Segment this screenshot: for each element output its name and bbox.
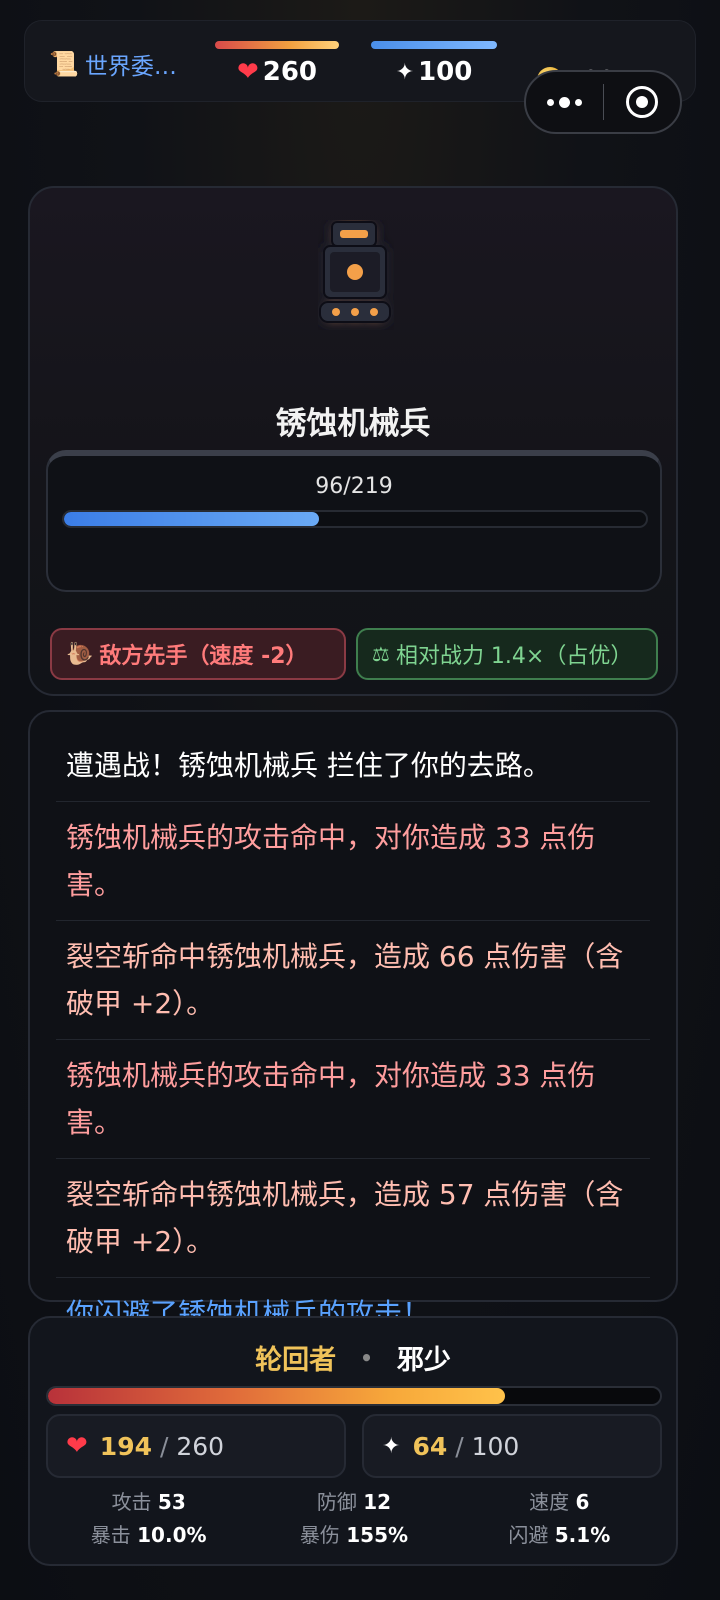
- log-line: 裂空斩命中锈蚀机械兵，造成 66 点伤害（含破甲 +2）。: [56, 921, 650, 1040]
- player-hp-fill: [48, 1388, 505, 1404]
- player-hp-bar: [46, 1386, 662, 1406]
- player-hp-max: 260: [176, 1431, 225, 1461]
- heart-icon: ❤: [66, 1431, 88, 1461]
- scroll-icon: 📜: [49, 50, 79, 78]
- enemy-hp-text: 96/219: [315, 474, 393, 499]
- player-card: 轮回者 • 邪少 ❤ 194 / 260 ✦ 64 / 100 攻击 53 防御…: [28, 1316, 678, 1566]
- log-line: 锈蚀机械兵的攻击命中，对你造成 33 点伤害。: [56, 1040, 650, 1159]
- log-line: 裂空斩命中锈蚀机械兵，造成 57 点伤害（含破甲 +2）。: [56, 1159, 650, 1278]
- top-mp-stat: ✦ 100: [371, 41, 497, 87]
- snail-icon: 🐌: [66, 641, 94, 667]
- log-line: 锈蚀机械兵的攻击命中，对你造成 33 点伤害。: [56, 802, 650, 921]
- stat-crit-damage: 暴伤 155%: [299, 1523, 409, 1547]
- heart-icon: ❤: [236, 57, 259, 87]
- player-mp-max: 100: [471, 1431, 520, 1461]
- top-hp-value: 260: [262, 57, 318, 87]
- enemy-hp-fill: [64, 512, 319, 526]
- stat-speed: 速度 6: [529, 1490, 590, 1514]
- sparkle-icon: ✦: [382, 1433, 401, 1459]
- player-stats: 攻击 53 防御 12 速度 6 暴击 10.0% 暴伤 155% 闪避 5.1…: [46, 1486, 662, 1548]
- enemy-card: 锈蚀机械兵 96/219 🐌 敌方先手（速度 -2） ⚖ 相对战力 1.4×（占…: [28, 186, 678, 696]
- player-hp-box: ❤ 194 / 260: [46, 1414, 346, 1478]
- stat-attack: 攻击 53: [111, 1490, 186, 1514]
- player-mp-current: 64: [412, 1431, 448, 1461]
- target-close-icon[interactable]: [604, 72, 681, 132]
- log-line: 遭遇战！锈蚀机械兵 拦住了你的去路。: [56, 730, 650, 802]
- world-quest-link[interactable]: 📜 世界委…: [49, 47, 177, 81]
- player-hp-current: 194: [99, 1431, 152, 1461]
- enemy-first-text: 敌方先手（速度 -2）: [99, 644, 308, 669]
- player-class: 轮回者: [255, 1345, 337, 1376]
- top-mp-value: 100: [418, 57, 473, 87]
- more-dots-icon[interactable]: [526, 72, 603, 132]
- player-name: 邪少: [396, 1345, 451, 1376]
- player-mp-box: ✦ 64 / 100: [362, 1414, 662, 1478]
- enemy-hp-panel: 96/219: [46, 450, 662, 592]
- enemy-hp-bar: [62, 510, 648, 528]
- top-hp-stat: ❤ 260: [215, 41, 339, 87]
- robot-icon: [318, 220, 394, 330]
- sparkle-icon: ✦: [395, 59, 415, 85]
- stat-defense: 防御 12: [316, 1490, 392, 1514]
- miniprogram-capsule: [524, 70, 682, 134]
- battle-log[interactable]: 遭遇战！锈蚀机械兵 拦住了你的去路。 锈蚀机械兵的攻击命中，对你造成 33 点伤…: [28, 710, 678, 1330]
- relative-power-text: 相对战力 1.4×（占优）: [395, 644, 633, 669]
- top-mp-bar: [371, 41, 497, 49]
- quest-label: 世界委…: [84, 54, 177, 80]
- relative-power-badge: ⚖ 相对战力 1.4×（占优）: [356, 628, 658, 680]
- top-hp-bar: [215, 41, 339, 49]
- enemy-name: 锈蚀机械兵: [275, 406, 431, 442]
- stat-crit: 暴击 10.0%: [90, 1523, 207, 1547]
- enemy-first-badge: 🐌 敌方先手（速度 -2）: [50, 628, 346, 680]
- stat-dodge: 闪避 5.1%: [508, 1523, 611, 1547]
- title-separator: •: [360, 1345, 373, 1370]
- balance-scale-icon: ⚖: [372, 642, 390, 666]
